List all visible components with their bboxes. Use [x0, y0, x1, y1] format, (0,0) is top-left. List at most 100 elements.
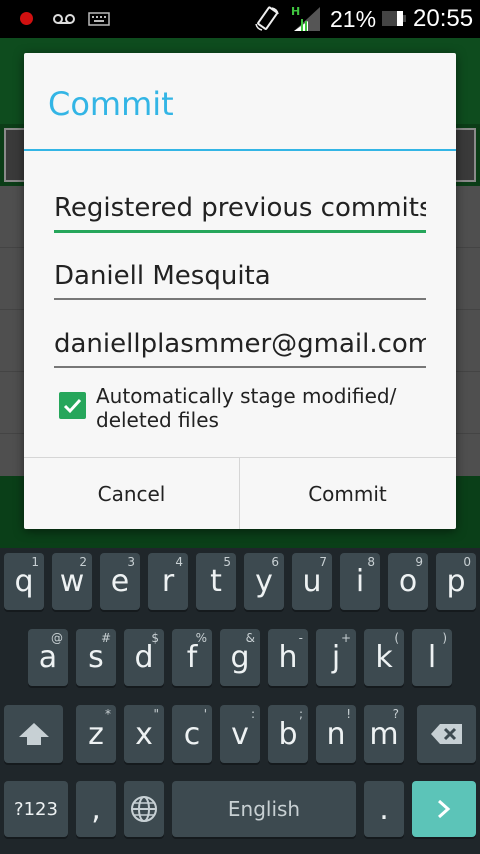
key-f[interactable]: f%: [172, 629, 212, 686]
backspace-icon: [430, 724, 462, 744]
shift-key[interactable]: [4, 705, 63, 763]
cancel-button[interactable]: Cancel: [24, 458, 239, 529]
key-k[interactable]: k(: [364, 629, 404, 686]
key-label: j: [331, 640, 341, 675]
next-key[interactable]: [412, 781, 476, 837]
key-label: b: [278, 716, 298, 752]
key-g[interactable]: g &: [220, 629, 260, 686]
commit-button[interactable]: Commit: [240, 458, 455, 529]
title-divider: [24, 149, 456, 151]
chevron-right-icon: [438, 799, 451, 819]
author-name-field[interactable]: Daniell Mesquita: [54, 261, 426, 301]
key-j[interactable]: j +: [316, 629, 356, 686]
key-hint: 4: [175, 555, 183, 569]
key-h[interactable]: h-: [268, 629, 308, 686]
key-p[interactable]: p0: [436, 553, 476, 610]
key-q[interactable]: q1: [4, 553, 44, 610]
key-label: l: [427, 640, 437, 675]
battery-percent: 21%: [330, 6, 377, 32]
key-label: k: [375, 640, 393, 675]
key-c[interactable]: c ': [172, 705, 212, 763]
auto-stage-label-line2: deleted files: [96, 408, 219, 432]
key-hint: &: [245, 631, 255, 645]
key-l[interactable]: l): [412, 629, 452, 686]
auto-stage-label-line1: Automatically stage modified/: [96, 384, 397, 408]
checkmark-icon: [63, 398, 82, 414]
key-hint: (: [394, 631, 399, 645]
key-hint: 6: [271, 555, 279, 569]
voicemail-icon: [53, 14, 75, 24]
key-hint: ): [442, 631, 447, 645]
battery-icon: [382, 11, 406, 26]
screen-rotation-icon: [255, 6, 279, 31]
key-u[interactable]: u7: [292, 553, 332, 610]
symbols-key[interactable]: ?123: [4, 781, 68, 837]
key-x[interactable]: x ": [124, 705, 164, 763]
key-hint: @: [51, 631, 63, 645]
key-label: d: [134, 640, 154, 675]
commit-message-field[interactable]: Registered previous commits, u: [54, 193, 426, 233]
author-email-field[interactable]: daniellplasmmer@gmail.com: [54, 329, 426, 369]
key-e[interactable]: e3: [100, 553, 140, 610]
key-a[interactable]: a @: [28, 629, 68, 686]
key-hint: !: [346, 707, 351, 721]
key-b[interactable]: b;: [268, 705, 308, 763]
language-key[interactable]: [124, 781, 164, 837]
key-label: e: [110, 564, 130, 599]
key-r[interactable]: r4: [148, 553, 188, 610]
key-label: w: [59, 564, 85, 599]
network-type-label: H: [291, 5, 300, 18]
key-hint: 2: [79, 555, 87, 569]
key-label: y: [255, 564, 273, 599]
key-label: u: [302, 564, 322, 599]
key-hint: ?: [392, 707, 399, 721]
key-label: r: [161, 564, 175, 599]
key-m[interactable]: m?: [364, 705, 404, 763]
comma-key[interactable]: ,: [76, 781, 116, 837]
key-label: a: [38, 640, 58, 675]
key-i[interactable]: i8: [340, 553, 380, 610]
shift-icon: [18, 723, 49, 745]
key-o[interactable]: o9: [388, 553, 428, 610]
key-label: t: [210, 564, 222, 599]
commit-dialog: Commit Registered previous commits, u Da…: [24, 53, 456, 529]
key-t[interactable]: t5: [196, 553, 236, 610]
key-label: q: [14, 564, 34, 599]
period-key[interactable]: .: [364, 781, 404, 837]
key-label: s: [88, 640, 104, 675]
key-v[interactable]: v:: [220, 705, 260, 763]
key-hint: ;: [298, 707, 303, 721]
key-n[interactable]: n!: [316, 705, 356, 763]
key-label: g: [230, 640, 250, 675]
key-hint: 3: [127, 555, 135, 569]
key-w[interactable]: w2: [52, 553, 92, 610]
key-label: z: [88, 716, 104, 752]
backspace-key[interactable]: [417, 705, 476, 763]
space-key[interactable]: English: [172, 781, 356, 837]
keyboard-icon: [88, 12, 110, 26]
key-z[interactable]: z *: [76, 705, 116, 763]
soft-keyboard: q1w2e3r4t5y6u7i8o9p0 a @ s # d $ f% g & h - j + k(l) …: [0, 548, 480, 854]
key-label: x: [135, 716, 153, 752]
key-s[interactable]: s #: [76, 629, 116, 686]
key-hint: 0: [463, 555, 471, 569]
auto-stage-label[interactable]: Automatically stage modified/ deleted fi…: [96, 384, 426, 432]
author-email-underline: [54, 366, 426, 368]
key-hint: -: [298, 631, 303, 645]
key-y[interactable]: y6: [244, 553, 284, 610]
signal-icon: H: [291, 5, 320, 31]
key-hint: :: [250, 707, 255, 721]
dialog-title: Commit: [48, 85, 174, 123]
auto-stage-checkbox[interactable]: [59, 392, 86, 419]
key-hint: 8: [367, 555, 375, 569]
key-d[interactable]: d $: [124, 629, 164, 686]
key-hint: *: [105, 707, 111, 721]
key-label: c: [183, 716, 201, 752]
commit-message-underline: [54, 230, 426, 233]
key-hint: 7: [319, 555, 327, 569]
key-label: v: [231, 716, 249, 752]
key-label: n: [326, 716, 346, 752]
recording-icon: [20, 12, 33, 25]
key-label: m: [369, 716, 399, 752]
author-name-underline: [54, 298, 426, 300]
